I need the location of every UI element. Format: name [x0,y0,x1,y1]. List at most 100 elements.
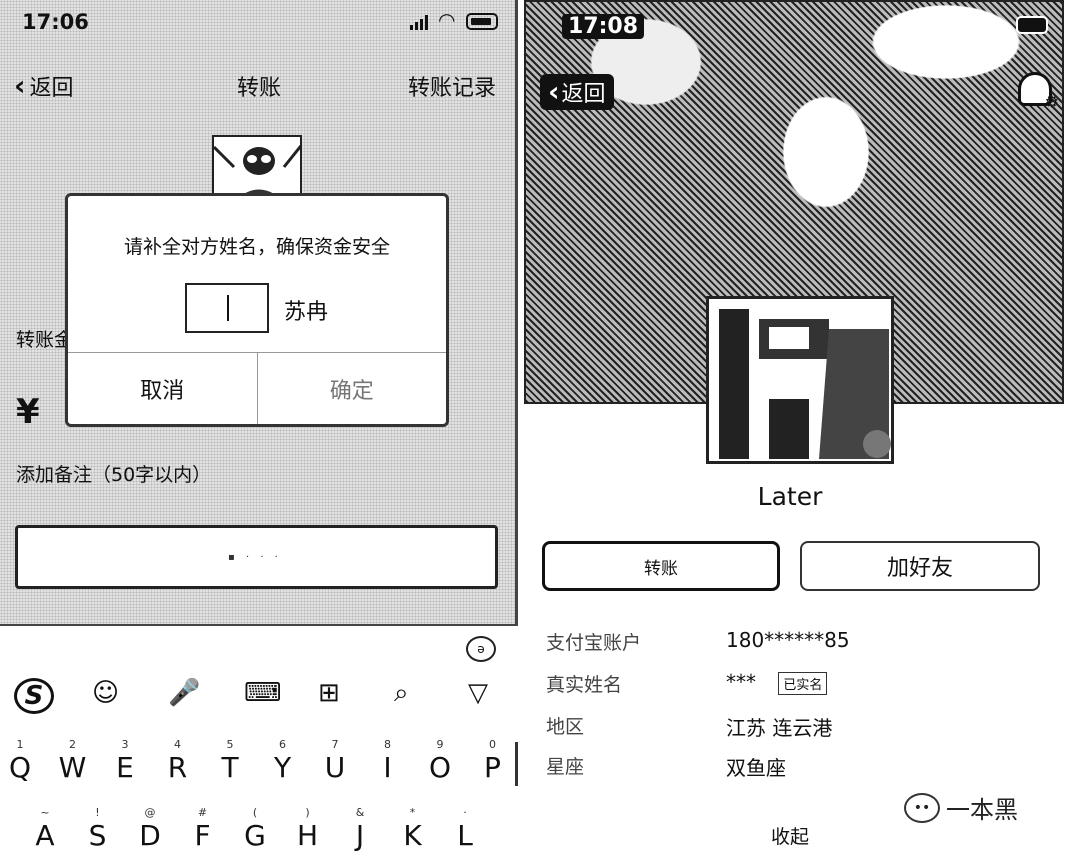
profile-nickname: Later [757,482,823,511]
key-q[interactable]: 1Q [2,738,38,784]
keyboard-row-2: ~ A! S @ D # F(G) H & J * K · L [0,806,518,852]
key-s[interactable]: ! S [80,806,116,852]
keyboard-icon[interactable]: ⌨ [244,678,282,708]
dialog-actions: 取消 确定 [68,352,446,424]
grid-icon[interactable]: ⊞ [318,678,340,708]
collapse-keyboard-icon[interactable]: ▽ [468,678,488,708]
key-u[interactable]: 7U [317,738,353,784]
transfer-submit-button[interactable]: ▪ · · · [15,525,498,589]
nav-bar: ‹ 返回 转账 转账记录 [0,62,518,106]
sogou-logo-icon[interactable]: S [14,678,54,714]
cancel-button[interactable]: 取消 [68,353,258,424]
status-bar: 17:06 ◠ [0,0,518,46]
battery-icon [466,13,498,30]
key-hint: 9 [436,738,444,751]
key-letter: U [324,751,346,784]
key-i[interactable]: 8I [370,738,406,784]
watermark: •• 一本黑 [904,790,1018,825]
key-letter: P [484,751,501,784]
emoji-icon[interactable]: ☺ [92,678,119,708]
key-hint: 7 [331,738,339,751]
key-hint: ! [95,806,100,819]
info-label: 地区 [546,716,585,738]
wifi-icon: ◠ [438,8,456,32]
key-f[interactable]: # F [185,806,221,852]
verified-badge: 已实名 [778,672,828,695]
info-row-region: 地区 江苏 连云港 [546,712,1046,742]
battery-icon [1016,16,1048,34]
key-letter: E [116,751,134,784]
name-verify-dialog: 请补全对方姓名，确保资金安全 苏冉 取消 确定 [65,193,449,427]
key-g[interactable]: (G [237,806,273,852]
transfer-button[interactable]: 转账 [542,541,780,591]
key-letter: K [403,819,422,852]
avatar [706,296,894,464]
key-hint: ~ [40,806,50,819]
key-j[interactable]: & J [342,806,378,852]
status-time: 17:08 [562,14,645,39]
info-value: 江苏 连云港 [726,716,833,740]
key-hint: 4 [174,738,181,751]
microphone-icon[interactable]: 🎤 [168,678,200,708]
add-friend-button[interactable]: 加好友 [800,541,1040,591]
key-letter: G [244,819,266,852]
text-caret [227,295,229,321]
profile-settings-icon[interactable] [1018,72,1059,111]
key-hint: 6 [279,738,286,751]
info-value-text: *** [726,670,756,694]
info-value: 180******85 [726,628,850,652]
back-button[interactable]: ‹ 返回 [540,74,614,110]
right-phone-screen: 17:08 ◠ ‹ 返回 Later 转账 加好友 支付宝账户 180*****… [518,0,1080,852]
key-letter: O [428,751,452,784]
key-y[interactable]: 6Y [265,738,301,784]
key-letter: T [221,751,239,784]
key-letter: L [457,819,473,852]
key-hint: 5 [226,738,234,751]
key-hint: ) [305,806,310,819]
name-input[interactable] [185,283,269,333]
key-l[interactable]: · L [447,806,483,852]
info-row-real-name: 真实姓名 *** 已实名 [546,670,1046,700]
key-hint: 8 [384,738,391,751]
key-w[interactable]: 2W [55,738,91,784]
key-e[interactable]: 3E [107,738,143,784]
confirm-button[interactable]: 确定 [258,353,447,424]
transfer-record-link[interactable]: 转账记录 [408,70,496,102]
key-p[interactable]: 0P [475,738,511,784]
collapse-link[interactable]: 收起 [518,822,1062,849]
signal-icon [410,14,428,30]
key-o[interactable]: 9O [422,738,458,784]
key-letter: J [355,819,365,852]
key-letter: A [35,819,55,852]
add-note-link[interactable]: 添加备注（50字以内） [16,460,211,487]
key-h[interactable]: ) H [290,806,326,852]
key-r[interactable]: 4R [160,738,196,784]
key-letter: R [167,751,188,784]
transfer-page: 17:06 ◠ ‹ 返回 转账 转账记录 转账金 ¥ 添加备注（50字以内） ▪… [0,0,518,626]
chevron-left-icon: ‹ [548,75,560,108]
left-phone-screen: 17:06 ◠ ‹ 返回 转账 转账记录 转账金 ¥ 添加备注（50字以内） ▪… [0,0,518,852]
key-a[interactable]: ~ A [27,806,63,852]
key-hint: & [355,806,365,819]
loading-indicator: ▪ · · · [228,552,282,563]
keyboard-switch-icon[interactable]: ə [466,636,496,662]
key-t[interactable]: 5T [212,738,248,784]
dialog-message: 请补全对方姓名，确保资金安全 [123,236,390,258]
key-letter: Y [273,751,292,784]
key-letter: F [194,819,211,852]
search-icon[interactable]: ⌕ [394,678,409,708]
info-label: 星座 [546,756,585,778]
info-row-account: 支付宝账户 180******85 [546,628,1046,658]
key-letter: Q [8,751,32,784]
key-d[interactable]: @ D [132,806,168,852]
key-letter: H [296,819,319,852]
key-hint: @ [144,806,156,819]
key-hint: 3 [121,738,129,751]
key-hint: 0 [489,738,496,751]
key-letter: S [88,819,107,852]
key-hint: 2 [69,738,76,751]
info-value: *** 已实名 [726,670,828,695]
back-label: 返回 [561,82,606,107]
watermark-text: 一本黑 [946,796,1018,824]
key-k[interactable]: * K [395,806,431,852]
